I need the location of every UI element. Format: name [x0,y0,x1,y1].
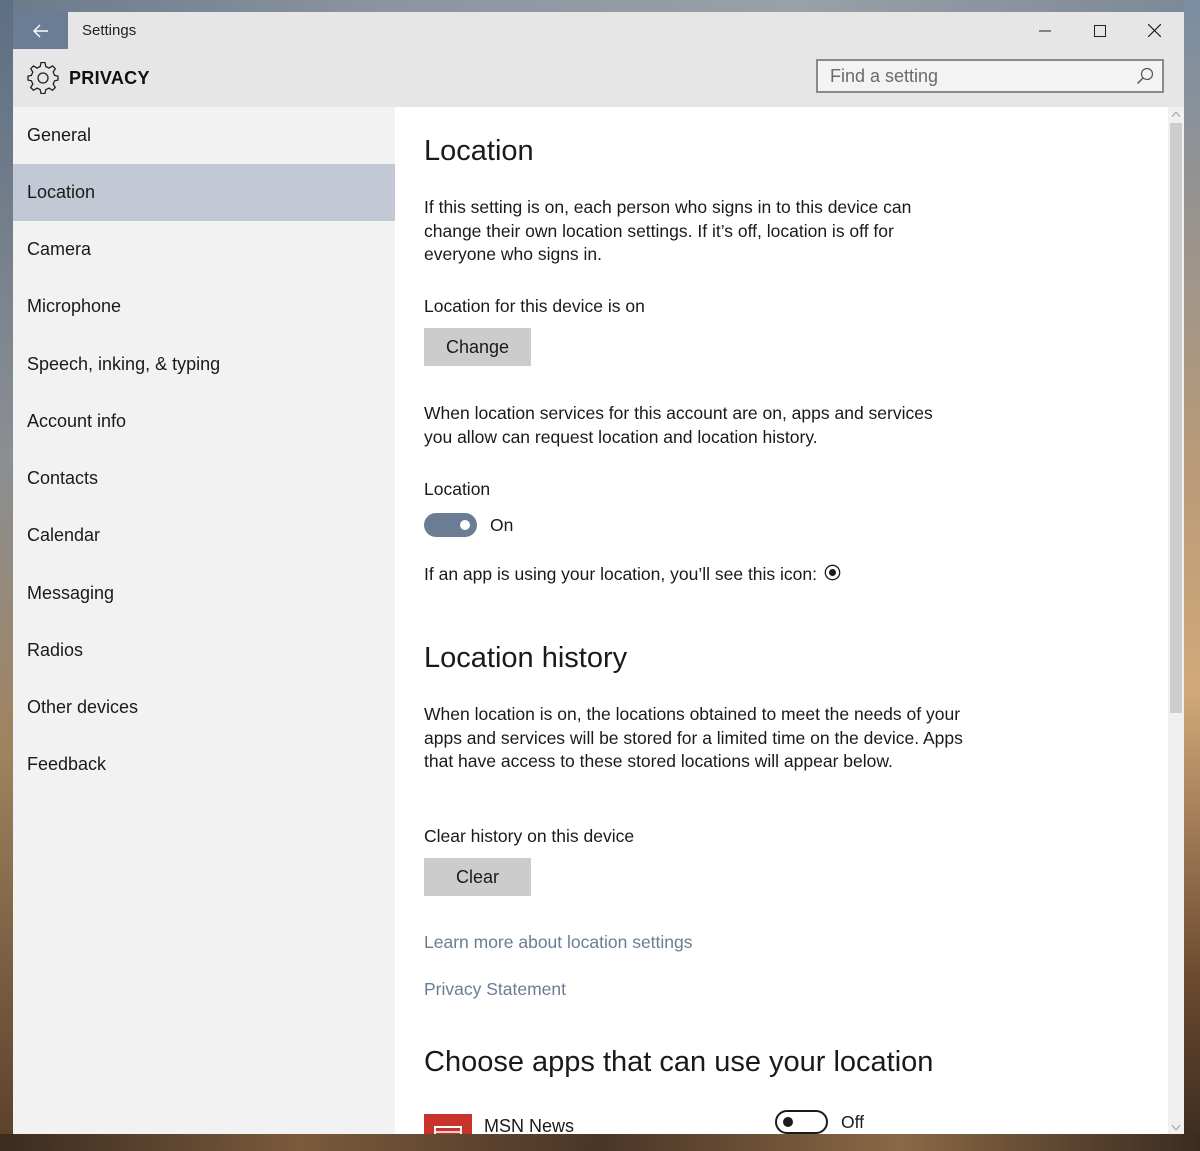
sidebar-item-location[interactable]: Location [13,164,395,221]
back-button[interactable] [13,12,68,49]
sidebar-item-label: Other devices [27,697,139,717]
section-title-choose-apps: Choose apps that can use your location [424,1046,934,1078]
sidebar-item-label: Location [27,182,96,202]
sidebar-item-calendar[interactable]: Calendar [13,507,395,564]
sidebar-item-label: Radios [27,640,84,660]
location-history-text: When location is on, the locations obtai… [424,704,963,771]
sidebar-nav: General Location Camera Microphone Speec… [13,107,395,1134]
search-input[interactable] [818,61,1140,91]
minimize-icon [1039,30,1051,31]
location-intro-text: If this setting is on, each person who s… [424,197,912,264]
location-in-use-icon [824,564,841,581]
title-bar: Settings [13,12,1184,49]
desktop-background-top [0,0,1200,12]
msn-news-icon [424,1114,472,1134]
sidebar-item-microphone[interactable]: Microphone [13,278,395,335]
desktop-background-right [1184,0,1200,1151]
sidebar-item-general[interactable]: General [13,107,395,164]
sidebar-item-radios[interactable]: Radios [13,622,395,679]
toggle-knob [460,520,470,530]
device-location-status: Location for this device is on [424,296,645,316]
chevron-up-icon [1172,111,1180,117]
search-box [816,59,1164,93]
location-toggle-state: On [490,515,514,535]
app-name-msn-news: MSN News [484,1116,575,1134]
scroll-down-button[interactable] [1168,1120,1184,1134]
sidebar-item-other-devices[interactable]: Other devices [13,679,395,736]
change-button[interactable]: Change [424,328,531,366]
sidebar-item-camera[interactable]: Camera [13,221,395,278]
sidebar-item-label: Feedback [27,754,107,774]
msn-news-toggle-state: Off [841,1112,865,1132]
settings-window: Settings PRIVACY General [13,12,1184,1134]
content-scrollbar[interactable] [1168,107,1184,1134]
desktop-background-left [0,0,13,1151]
scroll-thumb[interactable] [1170,123,1182,713]
sidebar-item-label: Contacts [27,468,99,488]
sidebar-item-feedback[interactable]: Feedback [13,736,395,793]
location-icon-note: If an app is using your location, you’ll… [424,564,841,585]
sidebar-item-account-info[interactable]: Account info [13,393,395,450]
sidebar-item-speech[interactable]: Speech, inking, & typing [13,336,395,393]
clear-history-label: Clear history on this device [424,826,635,846]
maximize-button[interactable] [1073,12,1127,49]
learn-more-link[interactable]: Learn more about location settings [424,932,693,953]
location-toggle[interactable] [424,513,477,537]
section-title-location: Location [424,135,534,167]
maximize-icon [1094,24,1106,37]
section-title-location-history: Location history [424,642,628,674]
main-content: Location If this setting is on, each per… [395,107,1168,1134]
gear-icon [27,62,59,94]
toggle-knob [783,1117,793,1127]
location-icon-note-text: If an app is using your location, you’ll… [424,564,817,584]
clear-button[interactable]: Clear [424,858,531,896]
desktop-background-bottom [0,1134,1200,1151]
location-services-text: When location services for this account … [424,403,933,447]
minimize-button[interactable] [1018,12,1072,49]
sidebar-item-messaging[interactable]: Messaging [13,565,395,622]
close-button[interactable] [1127,12,1181,49]
msn-news-location-toggle[interactable] [775,1110,828,1134]
sidebar-item-label: Camera [27,239,92,259]
page-header: PRIVACY [13,49,1184,107]
search-icon[interactable] [1136,67,1154,85]
sidebar-item-label: Speech, inking, & typing [27,354,221,374]
sidebar-item-label: Calendar [27,525,101,545]
page-title: PRIVACY [69,68,150,88]
newspaper-icon [434,1126,462,1134]
sidebar-item-label: General [27,125,92,145]
sidebar-item-label: Messaging [27,583,115,603]
scroll-up-button[interactable] [1168,107,1184,121]
location-toggle-label: Location [424,479,491,499]
close-icon [1147,24,1161,37]
sidebar-item-contacts[interactable]: Contacts [13,450,395,507]
window-title: Settings [82,22,137,39]
sidebar-item-label: Account info [27,411,127,431]
privacy-statement-link[interactable]: Privacy Statement [424,979,566,1000]
chevron-down-icon [1172,1124,1180,1130]
sidebar-item-label: Microphone [27,296,122,316]
back-arrow-icon [32,24,48,37]
